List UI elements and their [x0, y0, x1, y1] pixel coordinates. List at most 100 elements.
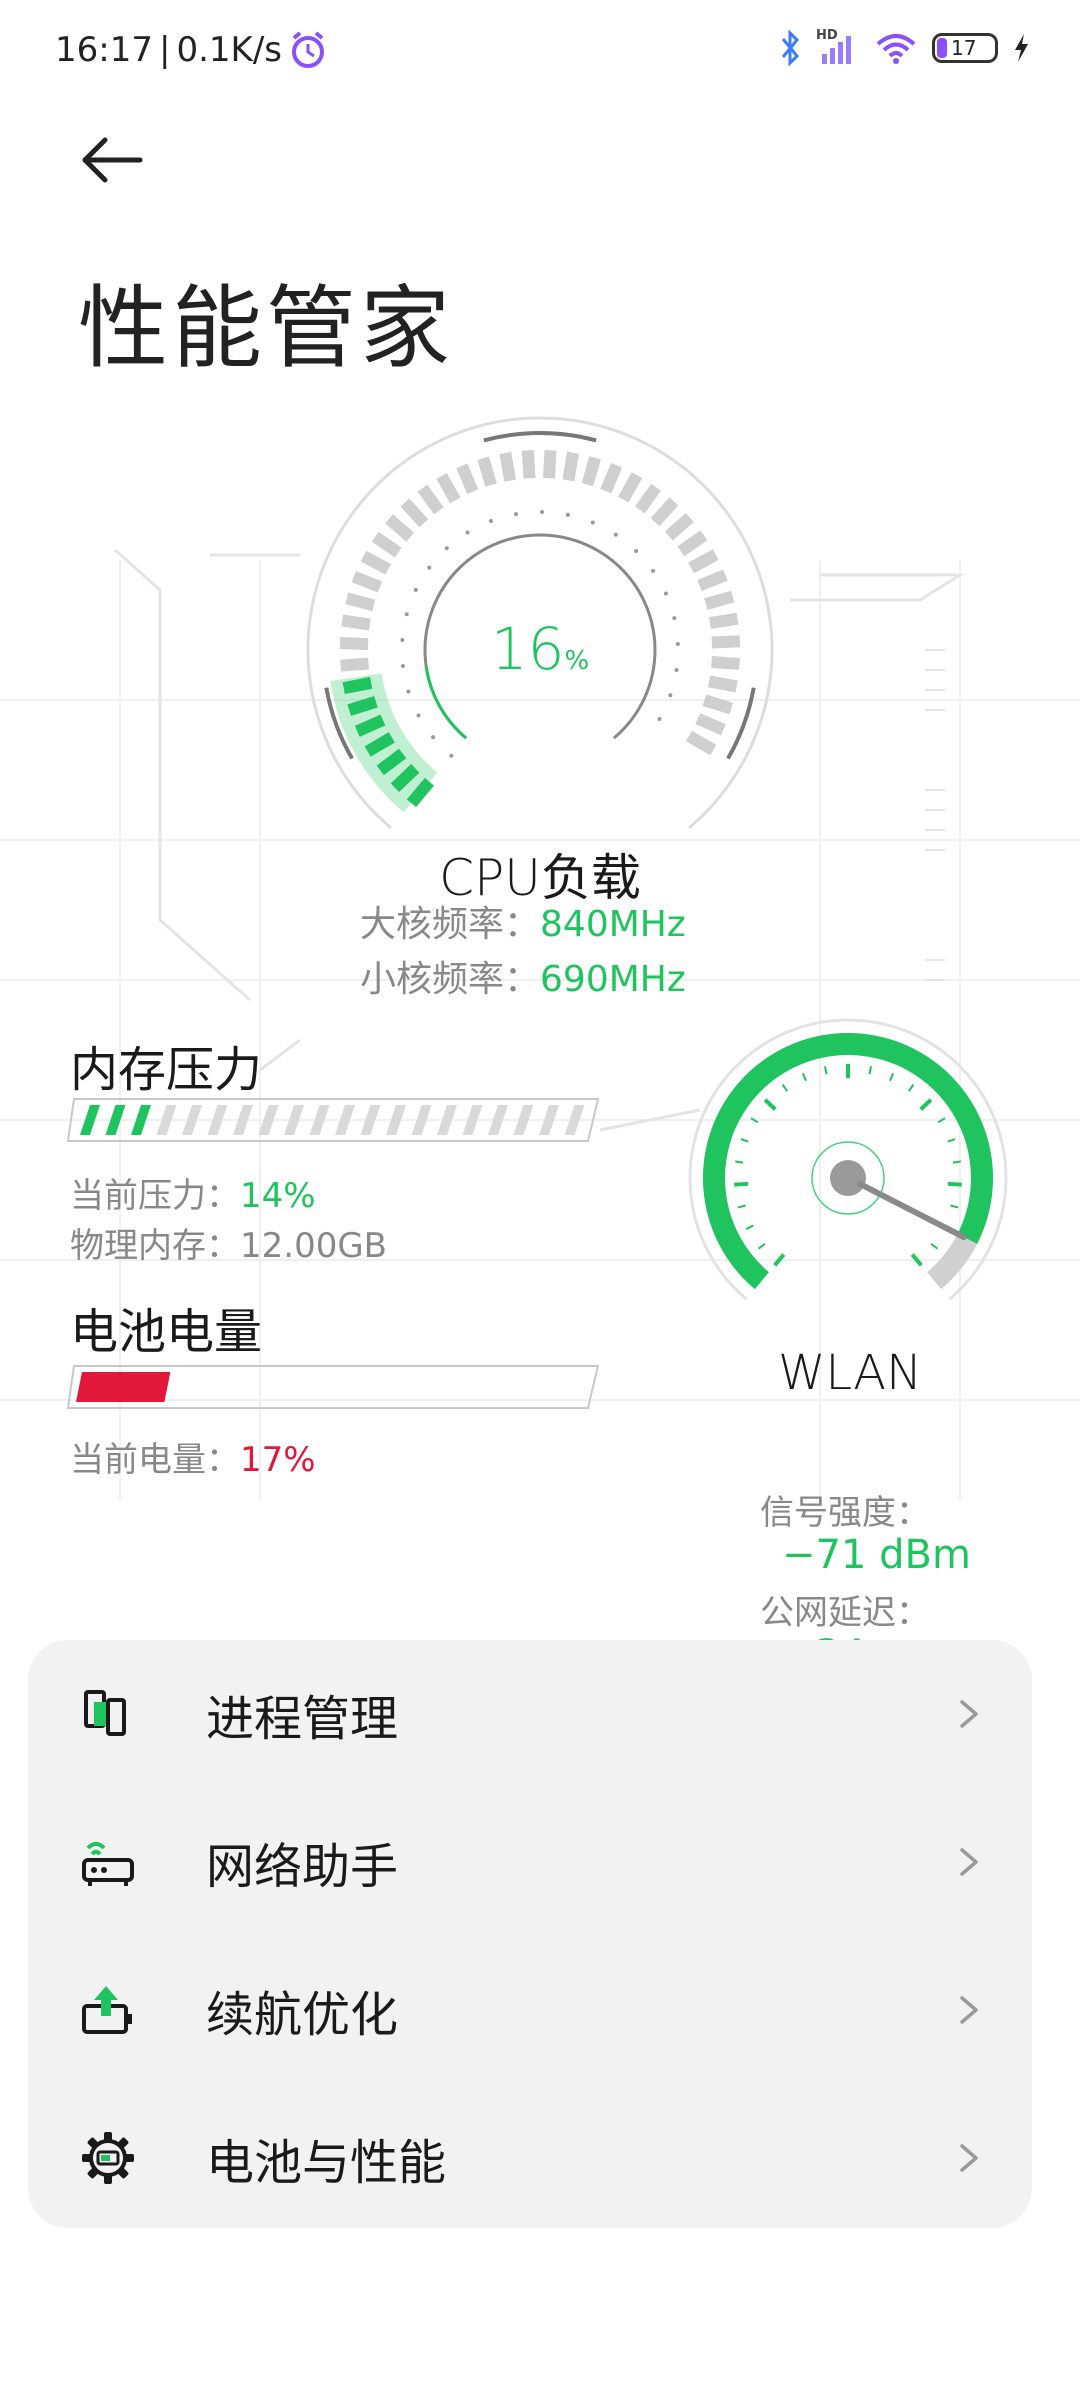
cpu-gauge-dot	[404, 612, 409, 617]
wlan-gauge-tick	[937, 1117, 946, 1124]
cpu-gauge-tick	[664, 512, 694, 541]
cpu-gauge-dot	[514, 512, 519, 517]
menu-item-network-assistant[interactable]: 网络助手	[28, 1788, 1032, 1936]
cpu-gauge-tick	[711, 656, 740, 670]
chevron-right-icon	[960, 1848, 978, 1876]
gear-icon	[82, 2132, 134, 2184]
battery-boost-icon	[82, 1986, 132, 2034]
little-core-value: 690MHz	[540, 959, 686, 1000]
cpu-gauge-tick	[634, 483, 662, 514]
cpu-gauge-dot	[590, 520, 595, 525]
cpu-load-unit: %	[564, 646, 590, 676]
cpu-load-value: 16%	[440, 615, 640, 683]
memory-bar-segment	[488, 1105, 508, 1135]
cpu-gauge-tick	[704, 590, 735, 610]
wlan-gauge-tick	[757, 1242, 766, 1250]
menu-item-label: 进程管理	[206, 1691, 399, 1747]
memory-pressure-value: 14%	[240, 1176, 316, 1216]
cpu-gauge-tick	[708, 612, 739, 630]
wlan-gauge-needle	[857, 1181, 967, 1241]
menu-item-label: 电池与性能	[206, 2135, 447, 2191]
cpu-gauge-dot	[413, 587, 418, 592]
big-core-frequency: 大核频率：840MHz	[360, 895, 760, 947]
cpu-load-number: 16	[490, 615, 565, 683]
cpu-gauge-dot	[565, 512, 570, 517]
battery-fill	[937, 38, 947, 58]
wlan-gauge-tick	[735, 1160, 744, 1164]
cpu-gauge-dot	[465, 530, 470, 535]
cpu-gauge-tick	[702, 694, 734, 715]
cpu-gauge-dot	[406, 689, 411, 694]
memory-bar-segment	[462, 1105, 483, 1135]
cpu-gauge-dot	[540, 510, 545, 515]
cpu-gauge-dot	[400, 664, 405, 669]
cpu-gauge-tick	[342, 676, 373, 695]
cpu-gauge-tick	[400, 498, 429, 528]
wlan-gauge-tick	[907, 1084, 915, 1092]
memory-pressure-title: 内存压力	[70, 1042, 263, 1098]
charging-bolt-icon	[1015, 34, 1028, 62]
wlan-signal-gauge	[688, 1018, 1008, 1301]
chevron-right-icon	[960, 1700, 978, 1728]
wlan-gauge-tick	[740, 1138, 749, 1143]
wlan-gauge-tick	[773, 1253, 786, 1267]
chevron-right-icon	[960, 1996, 978, 2024]
battery-level-line: 当前电量：17%	[70, 1432, 316, 1481]
memory-bar-segment	[105, 1105, 126, 1135]
back-button[interactable]	[75, 125, 155, 195]
cpu-gauge-tick	[708, 675, 738, 693]
cpu-gauge-tick	[339, 637, 369, 650]
clock: 16:17	[55, 30, 153, 70]
wlan-gauge-tick	[868, 1066, 873, 1075]
memory-bar-segment	[539, 1105, 559, 1135]
cpu-gauge-tick	[385, 514, 415, 542]
cellular-signal: HD	[816, 28, 860, 68]
cpu-gauge-dot	[651, 568, 656, 573]
status-left: 16:17 | 0.1K/s	[55, 30, 328, 70]
cpu-gauge-tick	[477, 456, 497, 487]
menu-item-battery-optimization[interactable]: 续航优化	[28, 1936, 1032, 2084]
cpu-gauge-dot	[674, 668, 679, 673]
page-title: 性能管家	[78, 276, 454, 381]
memory-bar-segment	[564, 1105, 585, 1135]
cpu-gauge-dot	[668, 693, 673, 698]
wlan-gauge-tick	[947, 1138, 956, 1143]
little-core-frequency: 小核频率：690MHz	[360, 950, 760, 1002]
cpu-gauge-tick	[340, 657, 370, 672]
memory-pressure-bar	[66, 1098, 600, 1142]
cpu-gauge-tick	[695, 713, 726, 736]
cpu-gauge-tick	[341, 614, 371, 631]
cpu-gauge-dot	[416, 713, 421, 718]
cpu-gauge-tick	[456, 463, 479, 495]
menu-item-process-management[interactable]: 进程管理	[28, 1640, 1032, 1788]
network-speed: 0.1K/s	[176, 30, 282, 70]
menu-item-battery-performance[interactable]: 电池与性能	[28, 2084, 1032, 2232]
cpu-gauge-dot	[400, 637, 405, 642]
memory-bar-segment	[156, 1105, 177, 1135]
memory-bar-segment	[284, 1105, 304, 1135]
big-core-label: 大核频率：	[360, 904, 541, 945]
wlan-gauge-tick	[737, 1204, 746, 1209]
status-right: HD 17	[778, 28, 1030, 68]
cpu-gauge-tick	[697, 569, 728, 592]
cpu-gauge-dot	[672, 616, 677, 621]
cpu-gauge-tick	[347, 695, 378, 716]
cpu-gauge-tick	[688, 549, 719, 574]
wlan-gauge-tick	[919, 1098, 933, 1111]
battery-level-label: 当前电量：	[70, 1440, 240, 1480]
alarm-icon	[292, 31, 324, 68]
cpu-gauge-tick	[521, 450, 536, 479]
wlan-gauge-tick	[781, 1084, 789, 1092]
memory-bar-segment	[258, 1105, 279, 1135]
battery-level-bar	[66, 1365, 600, 1409]
signal-bars-icon	[822, 36, 851, 64]
cpu-gauge-dot	[675, 641, 680, 646]
cpu-gauge-dot	[663, 591, 668, 596]
cpu-gauge-accent-arc	[483, 431, 597, 443]
wlan-title: WLAN	[777, 1345, 923, 1401]
wlan-gauge-tick	[889, 1072, 895, 1082]
cpu-gauge-tick	[618, 472, 643, 503]
memory-bar-segment	[80, 1105, 100, 1135]
memory-bar-segment	[309, 1105, 330, 1135]
memory-bar-segment	[131, 1105, 151, 1135]
